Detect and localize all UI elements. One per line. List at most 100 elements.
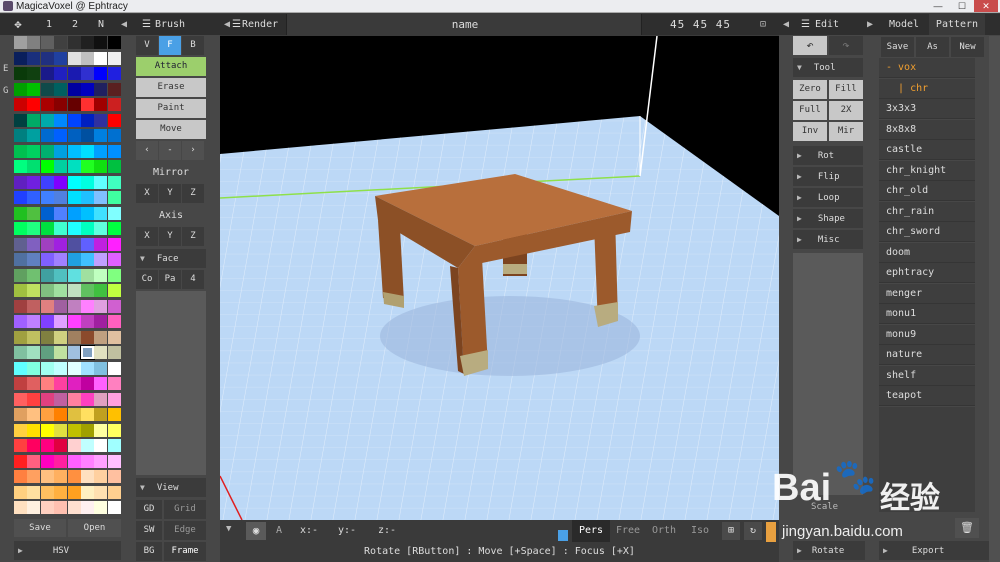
file-item[interactable]: 3x3x3: [879, 99, 975, 119]
palette-swatch[interactable]: [40, 206, 54, 220]
palette-swatch[interactable]: [81, 330, 94, 344]
palette-swatch[interactable]: [67, 36, 81, 49]
palette-swatch[interactable]: [14, 299, 27, 313]
palette-swatch[interactable]: [14, 206, 27, 220]
palette-swatch[interactable]: [81, 284, 94, 297]
palette-swatch[interactable]: [27, 175, 41, 189]
folder-item[interactable]: | chr: [879, 78, 975, 99]
palette-swatch[interactable]: [54, 408, 68, 421]
palette-swatch[interactable]: [81, 98, 94, 111]
palette-swatch[interactable]: [107, 299, 121, 313]
palette-swatch[interactable]: [27, 470, 41, 483]
palette-swatch[interactable]: [67, 470, 81, 483]
palette-swatch[interactable]: [67, 222, 81, 235]
palette-swatch[interactable]: [40, 51, 54, 65]
palette-swatch[interactable]: [54, 113, 68, 127]
model-new-button[interactable]: New: [951, 37, 984, 57]
palette-swatch[interactable]: [54, 501, 68, 514]
palette-swatch[interactable]: [40, 144, 54, 158]
palette-swatch[interactable]: [107, 284, 121, 297]
axis-z-button[interactable]: Z: [182, 227, 204, 246]
model-as-button[interactable]: As: [916, 37, 949, 57]
palette-swatch[interactable]: [27, 330, 41, 344]
palette-swatch[interactable]: [54, 129, 68, 142]
palette-swatch[interactable]: [67, 67, 81, 80]
palette-swatch[interactable]: [27, 408, 41, 421]
file-item[interactable]: castle: [879, 140, 975, 160]
palette-swatch[interactable]: [81, 346, 94, 359]
palette-swatch[interactable]: [67, 98, 81, 111]
palette-swatch[interactable]: [81, 439, 94, 452]
palette-swatch[interactable]: [107, 268, 121, 282]
mirror-y-button[interactable]: Y: [159, 184, 181, 203]
palette-swatch[interactable]: [81, 160, 94, 173]
palette-swatch[interactable]: [81, 315, 94, 328]
palette-swatch[interactable]: [94, 501, 108, 514]
fit-icon[interactable]: ⊡: [760, 14, 766, 35]
palette-swatch[interactable]: [27, 346, 41, 359]
palette-swatch[interactable]: [94, 36, 108, 49]
palette-swatch[interactable]: [81, 191, 94, 204]
palette-swatch[interactable]: [67, 253, 81, 266]
palette-swatch[interactable]: [54, 284, 68, 297]
palette-swatch[interactable]: [107, 501, 121, 514]
palette-swatch[interactable]: [54, 175, 68, 189]
palette-swatch[interactable]: [107, 408, 121, 421]
edit-section-misc[interactable]: ▶ Misc: [793, 230, 863, 249]
palette-save-button[interactable]: Save: [14, 519, 66, 537]
palette-swatch[interactable]: [14, 439, 27, 452]
palette-swatch[interactable]: [54, 98, 68, 111]
file-item[interactable]: chr_knight: [879, 160, 975, 181]
palette-swatch[interactable]: [27, 222, 41, 235]
file-item[interactable]: chr_rain: [879, 201, 975, 222]
palette-swatch[interactable]: [27, 206, 41, 220]
brush-nav-button[interactable]: -: [159, 141, 181, 160]
palette-swatch[interactable]: [107, 423, 121, 437]
tab-pattern[interactable]: Pattern: [929, 14, 985, 35]
palette-swatch[interactable]: [94, 377, 108, 390]
palette-swatch[interactable]: [14, 237, 27, 251]
palette-swatch[interactable]: [81, 299, 94, 313]
palette-swatch[interactable]: [27, 439, 41, 452]
palette-swatch[interactable]: [27, 98, 41, 111]
palette-swatch[interactable]: [40, 408, 54, 421]
tool-full-button[interactable]: Full: [793, 101, 827, 120]
palette-swatch[interactable]: [40, 253, 54, 266]
palette-swatch[interactable]: [67, 284, 81, 297]
palette-swatch[interactable]: [107, 361, 121, 375]
palette-swatch[interactable]: [54, 222, 68, 235]
palette-swatch[interactable]: [67, 144, 81, 158]
palette-swatch[interactable]: [54, 51, 68, 65]
palette-swatch[interactable]: [94, 160, 108, 173]
file-item[interactable]: chr_sword: [879, 222, 975, 242]
palette-swatch[interactable]: [27, 361, 41, 375]
palette-swatch[interactable]: [54, 82, 68, 96]
file-item[interactable]: 8x8x8: [879, 119, 975, 140]
palette-collapse-icon[interactable]: ◀: [114, 14, 134, 35]
brush-mode-b[interactable]: B: [182, 36, 204, 55]
palette-swatch[interactable]: [40, 160, 54, 173]
palette-swatch[interactable]: [94, 315, 108, 328]
palette-swatch[interactable]: [107, 392, 121, 406]
palette-swatch[interactable]: [54, 191, 68, 204]
palette-swatch[interactable]: [94, 113, 108, 127]
palette-swatch[interactable]: [94, 253, 108, 266]
palette-swatch[interactable]: [107, 206, 121, 220]
palette-swatch[interactable]: [67, 299, 81, 313]
palette-swatch[interactable]: [94, 191, 108, 204]
render-label[interactable]: Render: [242, 14, 278, 35]
redo-button[interactable]: ↷: [829, 36, 863, 55]
palette-swatch[interactable]: [81, 113, 94, 127]
palette-swatch[interactable]: [54, 423, 68, 437]
palette-swatch[interactable]: [67, 501, 81, 514]
palette-swatch[interactable]: [94, 51, 108, 65]
palette-swatch[interactable]: [94, 423, 108, 437]
palette-swatch[interactable]: [67, 423, 81, 437]
palette-swatch[interactable]: [27, 253, 41, 266]
palette-swatch[interactable]: [27, 454, 41, 468]
palette-swatch[interactable]: [107, 144, 121, 158]
palette-swatch[interactable]: [54, 485, 68, 499]
palette-swatch[interactable]: [81, 36, 94, 49]
palette-swatch[interactable]: [107, 377, 121, 390]
palette-swatch[interactable]: [81, 82, 94, 96]
